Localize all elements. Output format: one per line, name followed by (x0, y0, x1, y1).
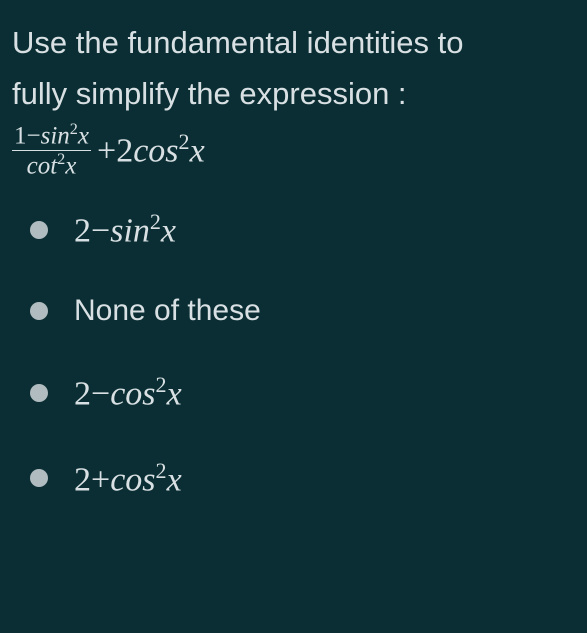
plus-two: +2 (97, 133, 133, 170)
term-x: x (190, 133, 205, 170)
expression: 1−sin2x cot2x +2cos2x (12, 121, 575, 179)
radio-icon[interactable] (30, 384, 48, 402)
option-3[interactable]: 2−cos2x (30, 372, 575, 413)
option-4-label: 2+cos2x (74, 458, 182, 499)
frac-num-x: x (78, 122, 89, 149)
options-list: 2−sin2x None of these 2−cos2x 2+cos2x (12, 209, 575, 499)
radio-icon[interactable] (30, 221, 48, 239)
frac-den-cot: cot (27, 152, 58, 179)
frac-num-sin: sin (41, 122, 70, 149)
radio-icon[interactable] (30, 469, 48, 487)
option-3-label: 2−cos2x (74, 372, 182, 413)
option-1[interactable]: 2−sin2x (30, 209, 575, 250)
frac-num-one: 1 (14, 122, 27, 149)
frac-den-x: x (65, 152, 76, 179)
radio-icon[interactable] (30, 302, 48, 320)
option-2[interactable]: None of these (30, 294, 575, 328)
fraction: 1−sin2x cot2x (12, 121, 91, 179)
option-4[interactable]: 2+cos2x (30, 458, 575, 499)
term-cos: cos (133, 133, 178, 170)
option-2-label: None of these (74, 294, 261, 328)
question-line-2: fully simplify the expression : (12, 71, 575, 118)
option-1-label: 2−sin2x (74, 209, 176, 250)
question-line-1: Use the fundamental identities to (12, 20, 575, 67)
